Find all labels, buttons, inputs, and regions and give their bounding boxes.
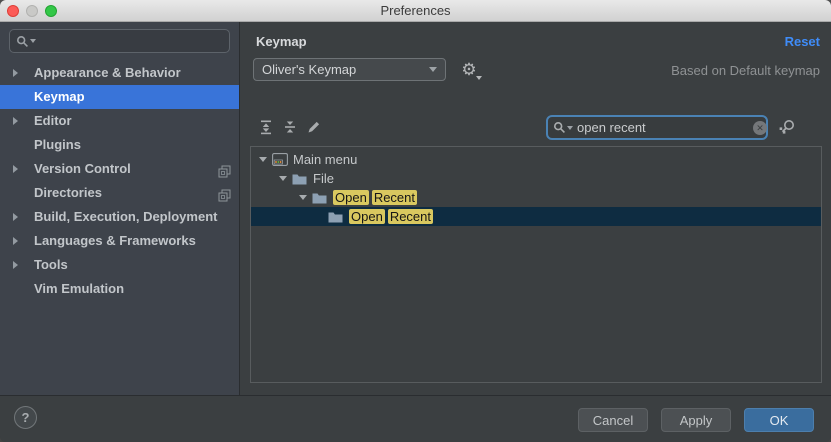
sidebar-item-keymap[interactable]: Keymap xyxy=(0,85,239,109)
tree-row[interactable]: OpenRecent xyxy=(251,188,821,207)
gear-caret-icon xyxy=(476,76,482,80)
reset-link[interactable]: Reset xyxy=(785,34,820,49)
sidebar-item-label: Tools xyxy=(34,253,68,277)
tree-item-label: Main menu xyxy=(293,152,357,167)
collapse-arrow-icon[interactable] xyxy=(259,157,267,162)
sidebar-item-directories[interactable]: Directories xyxy=(0,181,239,205)
expand-arrow-icon xyxy=(13,261,18,269)
titlebar: Preferences xyxy=(0,0,831,22)
expand-arrow-icon xyxy=(13,237,18,245)
search-icon xyxy=(553,121,573,134)
find-by-shortcut-icon xyxy=(777,118,797,136)
tree-item-label: OpenRecent xyxy=(333,190,420,205)
sidebar-item-vim-emulation[interactable]: Vim Emulation xyxy=(0,277,239,301)
tree-row[interactable]: OpenRecent xyxy=(251,207,821,226)
window-title: Preferences xyxy=(0,0,831,21)
collapse-arrow-icon[interactable] xyxy=(299,195,307,200)
expand-all-icon xyxy=(258,119,274,135)
search-icon xyxy=(16,35,36,48)
dialog-footer: ? Cancel Apply OK xyxy=(0,395,831,442)
search-match-highlight: Recent xyxy=(388,209,433,224)
collapse-arrow-icon[interactable] xyxy=(279,176,287,181)
sidebar-item-build-execution-deployment[interactable]: Build, Execution, Deployment xyxy=(0,205,239,229)
folder-icon xyxy=(292,172,308,186)
sidebar-item-plugins[interactable]: Plugins xyxy=(0,133,239,157)
settings-search-field[interactable] xyxy=(9,29,230,53)
keymap-select-value: Oliver's Keymap xyxy=(262,62,429,77)
collapse-all-button[interactable] xyxy=(280,118,300,138)
tree-item-label: OpenRecent xyxy=(349,209,436,224)
collapse-all-icon xyxy=(282,119,298,135)
sidebar-nav: Appearance & BehaviorKeymapEditorPlugins… xyxy=(0,61,239,301)
based-on-label: Based on Default keymap xyxy=(671,63,820,78)
search-options-caret-icon xyxy=(30,39,36,43)
ok-button[interactable]: OK xyxy=(744,408,814,432)
keymap-tree: Main menuFileOpenRecentOpenRecent xyxy=(250,146,822,383)
sidebar-item-label: Directories xyxy=(34,181,102,205)
search-match-highlight: Recent xyxy=(372,190,417,205)
sidebar-item-version-control[interactable]: Version Control xyxy=(0,157,239,181)
settings-sidebar: Appearance & BehaviorKeymapEditorPlugins… xyxy=(0,22,240,395)
window-controls xyxy=(7,5,57,17)
main-menu-icon xyxy=(272,153,288,167)
search-options-caret-icon xyxy=(567,126,573,130)
folder-icon xyxy=(312,191,328,205)
pencil-icon xyxy=(306,119,322,135)
sidebar-item-languages-frameworks[interactable]: Languages & Frameworks xyxy=(0,229,239,253)
find-actions-by-shortcut-button[interactable] xyxy=(775,118,799,138)
expand-all-button[interactable] xyxy=(256,118,276,138)
action-search-input[interactable] xyxy=(577,120,753,135)
sidebar-item-tools[interactable]: Tools xyxy=(0,253,239,277)
sidebar-item-label: Editor xyxy=(34,109,72,133)
expand-arrow-icon xyxy=(13,165,18,173)
zoom-button[interactable] xyxy=(45,5,57,17)
cancel-button[interactable]: Cancel xyxy=(578,408,648,432)
expand-arrow-icon xyxy=(13,117,18,125)
keymap-panel: Keymap Reset Oliver's Keymap ⚙ Based on … xyxy=(241,22,831,395)
sidebar-item-appearance-behavior[interactable]: Appearance & Behavior xyxy=(0,61,239,85)
edit-shortcut-button[interactable] xyxy=(304,118,324,138)
sidebar-item-label: Plugins xyxy=(34,133,81,157)
minimize-button[interactable] xyxy=(26,5,38,17)
action-search-field[interactable]: ✕ xyxy=(546,115,768,140)
keymap-settings-button[interactable]: ⚙ xyxy=(457,58,481,82)
expand-arrow-icon xyxy=(13,69,18,77)
sidebar-item-label: Build, Execution, Deployment xyxy=(34,205,217,229)
close-button[interactable] xyxy=(7,5,19,17)
sidebar-item-label: Languages & Frameworks xyxy=(34,229,196,253)
sidebar-item-label: Keymap xyxy=(34,85,85,109)
expand-arrow-icon xyxy=(13,213,18,221)
preferences-window: Preferences Appearance & BehaviorKeymapE… xyxy=(0,0,831,442)
help-button[interactable]: ? xyxy=(14,406,37,429)
tree-row[interactable]: Main menu xyxy=(251,150,821,169)
folder-icon xyxy=(328,210,344,224)
sidebar-item-editor[interactable]: Editor xyxy=(0,109,239,133)
tree-item-label: File xyxy=(313,171,334,186)
sidebar-item-label: Appearance & Behavior xyxy=(34,61,181,85)
sidebar-item-label: Version Control xyxy=(34,157,131,181)
chevron-down-icon xyxy=(429,67,437,72)
keymap-select[interactable]: Oliver's Keymap xyxy=(253,58,446,81)
search-match-highlight: Open xyxy=(349,209,385,224)
tree-row[interactable]: File xyxy=(251,169,821,188)
sidebar-item-label: Vim Emulation xyxy=(34,277,124,301)
search-match-highlight: Open xyxy=(333,190,369,205)
page-title: Keymap xyxy=(256,34,307,49)
apply-button[interactable]: Apply xyxy=(661,408,731,432)
clear-search-button[interactable]: ✕ xyxy=(753,121,767,135)
settings-search-input[interactable] xyxy=(40,34,223,49)
